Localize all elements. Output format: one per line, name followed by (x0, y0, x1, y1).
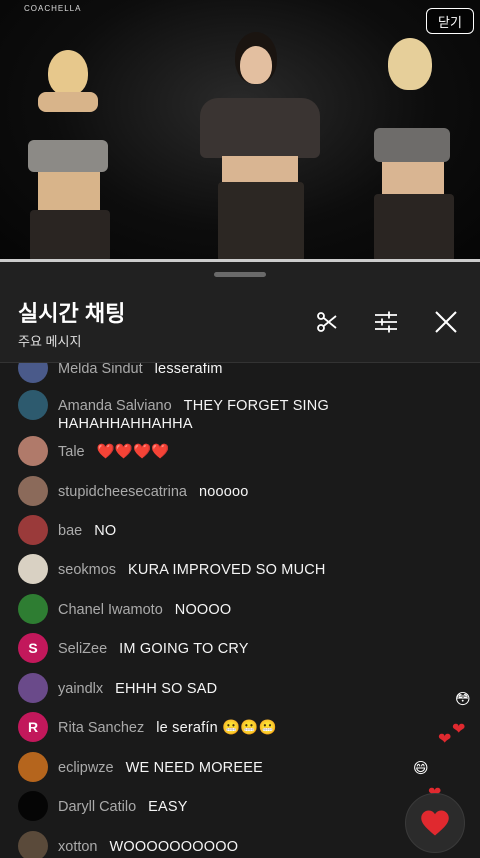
avatar[interactable] (18, 594, 48, 624)
live-chat-panel: 실시간 채팅 주요 메시지 Melda Sindut lesserafim Ama… (0, 262, 480, 858)
chat-message: R Rita Sanchez le serafín 😬😬😬 (18, 712, 440, 742)
close-icon[interactable] (432, 308, 460, 336)
message-text: WOOOOOOOOOO (109, 839, 239, 855)
author-name[interactable]: Tale (58, 444, 85, 460)
chat-message-list[interactable]: Melda Sindut lesserafim Amanda Salviano TH… (0, 363, 480, 858)
message-text: le serafín 😬😬😬 (156, 720, 277, 736)
avatar[interactable] (18, 752, 48, 782)
performer-right (360, 38, 470, 262)
message-text: lesserafim (154, 363, 223, 377)
avatar[interactable] (18, 673, 48, 703)
close-button[interactable]: 닫기 (426, 8, 474, 34)
author-name[interactable]: xotton (58, 839, 98, 855)
chat-message: Melda Sindut lesserafim (18, 363, 440, 383)
message-text: NO (94, 523, 117, 539)
author-name[interactable]: stupidcheesecatrina (58, 484, 187, 500)
message-text: ❤️❤️❤️❤️ (96, 444, 170, 460)
chat-message: bae NO (18, 515, 440, 545)
floating-heart-icon: ❤ (438, 731, 452, 748)
message-text: IM GOING TO CRY (119, 641, 249, 657)
avatar[interactable] (18, 363, 48, 383)
avatar[interactable] (18, 436, 48, 466)
author-name[interactable]: yaindlx (58, 681, 103, 697)
message-text: KURA IMPROVED SO MUCH (128, 562, 326, 578)
floating-emoji-icon: 😳 (455, 691, 471, 708)
chat-message: Tale ❤️❤️❤️❤️ (18, 436, 440, 466)
top-messages-dropdown[interactable]: 주요 메시지 (18, 331, 81, 350)
performer-center (190, 32, 330, 262)
avatar[interactable] (18, 390, 48, 420)
avatar[interactable] (18, 831, 48, 858)
author-name[interactable]: Rita Sanchez (58, 720, 144, 736)
chat-message: seokmos KURA IMPROVED SO MUCH (18, 554, 440, 584)
drag-handle[interactable] (214, 272, 266, 277)
avatar[interactable] (18, 476, 48, 506)
coachella-watermark: COACHELLA (24, 4, 82, 13)
message-text: EASY (148, 799, 188, 815)
chat-message: stupidcheesecatrina nooooo (18, 476, 440, 506)
author-name[interactable]: seokmos (58, 562, 116, 578)
author-name[interactable]: bae (58, 523, 82, 539)
chat-message: yaindlx EHHH SO SAD (18, 673, 440, 703)
chat-message: Amanda Salviano THEY FORGET SING HAHAHHAH… (18, 390, 440, 433)
author-name[interactable]: eclipwze (58, 760, 114, 776)
author-name[interactable]: Amanda Salviano (58, 398, 172, 414)
avatar[interactable]: S (18, 633, 48, 663)
chat-message: S SeliZee IM GOING TO CRY (18, 633, 440, 663)
video-player[interactable]: COACHELLA 닫기 (0, 0, 480, 262)
chat-message: eclipwze WE NEED MOREEE (18, 752, 440, 782)
author-name[interactable]: Daryll Catilo (58, 799, 136, 815)
scissors-icon[interactable] (313, 308, 341, 336)
floating-emoji-icon: 😄 (413, 760, 429, 777)
panel-title: 실시간 채팅 (18, 301, 126, 326)
send-heart-button[interactable] (405, 793, 465, 853)
performer-left (18, 50, 118, 262)
heart-icon (421, 810, 449, 836)
filter-sliders-icon[interactable] (372, 308, 400, 336)
avatar[interactable]: R (18, 712, 48, 742)
avatar[interactable] (18, 554, 48, 584)
message-text: nooooo (198, 484, 249, 500)
message-text: NOOOO (174, 602, 232, 618)
avatar[interactable] (18, 515, 48, 545)
chat-message: Chanel Iwamoto NOOOO (18, 594, 440, 624)
message-text: EHHH SO SAD (115, 681, 218, 697)
author-name[interactable]: Chanel Iwamoto (58, 602, 163, 618)
message-text: WE NEED MOREEE (125, 760, 263, 776)
author-name[interactable]: SeliZee (58, 641, 107, 657)
avatar[interactable] (18, 791, 48, 821)
chat-message: xotton WOOOOOOOOOO (18, 831, 440, 858)
floating-heart-icon: ❤ (452, 721, 466, 738)
chat-message: Daryll Catilo EASY (18, 791, 440, 821)
author-name[interactable]: Melda Sindut (58, 363, 143, 377)
